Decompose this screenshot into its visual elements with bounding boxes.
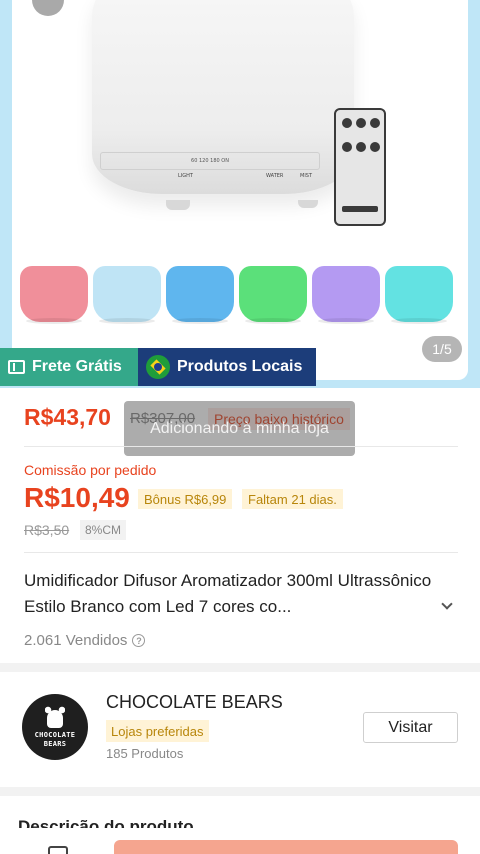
color-variants bbox=[20, 266, 453, 324]
diffuser-label-mist: MIST bbox=[300, 173, 313, 179]
brazil-flag-icon bbox=[146, 355, 170, 379]
local-products-badge: Produtos Locais bbox=[138, 348, 316, 386]
diffuser-label-water: WATER bbox=[266, 173, 284, 179]
product-image[interactable]: 60 120 180 ON LIGHT WATER MIST 1/5 bbox=[12, 0, 468, 380]
section-gap bbox=[0, 663, 480, 672]
shop-logo-text: BEARS bbox=[43, 739, 67, 748]
back-button[interactable] bbox=[32, 0, 64, 16]
bear-icon bbox=[43, 705, 67, 728]
local-products-label: Produtos Locais bbox=[177, 358, 303, 375]
diffuser-control-panel: 60 120 180 ON bbox=[100, 152, 320, 170]
commission-label: Comissão por pedido bbox=[24, 462, 157, 478]
section-heading: Descrição do produto bbox=[18, 817, 194, 828]
shipping-icon bbox=[8, 360, 25, 374]
current-price: R$43,70 bbox=[24, 404, 111, 430]
variant-thumb-green[interactable] bbox=[239, 266, 307, 324]
product-gallery[interactable]: 60 120 180 ON LIGHT WATER MIST 1/5 bbox=[0, 0, 480, 388]
section-gap bbox=[0, 787, 480, 796]
sold-count: 2.061 Vendidos ? bbox=[24, 632, 146, 649]
sold-count-text: 2.061 Vendidos bbox=[24, 632, 128, 649]
days-left-tag: Faltam 21 dias. bbox=[242, 489, 343, 509]
commission-rate-tag: 8%CM bbox=[80, 520, 127, 540]
chevron-down-icon[interactable] bbox=[442, 600, 452, 610]
variant-thumb-blue[interactable] bbox=[166, 266, 234, 324]
commission-value: R$10,49 bbox=[24, 482, 130, 513]
shop-product-count: 185 Produtos bbox=[106, 746, 184, 761]
shop-logo-text: CHOCOLATE bbox=[34, 730, 76, 739]
old-commission: R$3,50 bbox=[24, 522, 70, 538]
variant-thumb-purple[interactable] bbox=[312, 266, 380, 324]
bonus-tag: Bônus R$6,99 bbox=[138, 489, 233, 509]
preferred-shop-tag: Lojas preferidas bbox=[106, 720, 209, 742]
divider bbox=[24, 446, 458, 447]
diffuser-foot bbox=[166, 200, 190, 210]
diffuser-panel-text: 60 120 180 ON bbox=[191, 158, 229, 164]
visit-shop-button[interactable]: Visitar bbox=[363, 712, 458, 743]
remote-control-illustration bbox=[334, 108, 386, 226]
divider bbox=[24, 552, 458, 553]
image-counter: 1/5 bbox=[422, 336, 462, 362]
add-to-shop-button[interactable] bbox=[114, 840, 458, 854]
diffuser-label-light: LIGHT bbox=[178, 173, 193, 179]
variant-thumb-light-blue[interactable] bbox=[93, 266, 161, 324]
info-icon[interactable]: ? bbox=[132, 634, 146, 647]
variant-thumb-pink[interactable] bbox=[20, 266, 88, 324]
shop-logo[interactable]: CHOCOLATE BEARS bbox=[22, 694, 88, 760]
variant-thumb-cyan[interactable] bbox=[385, 266, 453, 324]
diffuser-foot bbox=[298, 200, 318, 208]
product-title[interactable]: Umidificador Difusor Aromatizador 300ml … bbox=[24, 568, 434, 620]
free-shipping-label: Frete Grátis bbox=[32, 358, 122, 375]
chat-icon[interactable] bbox=[48, 846, 68, 854]
shop-name[interactable]: CHOCOLATE BEARS bbox=[106, 692, 283, 713]
toast-message: Adicionando à minha loja bbox=[124, 401, 355, 456]
free-shipping-badge: Frete Grátis bbox=[0, 348, 138, 386]
